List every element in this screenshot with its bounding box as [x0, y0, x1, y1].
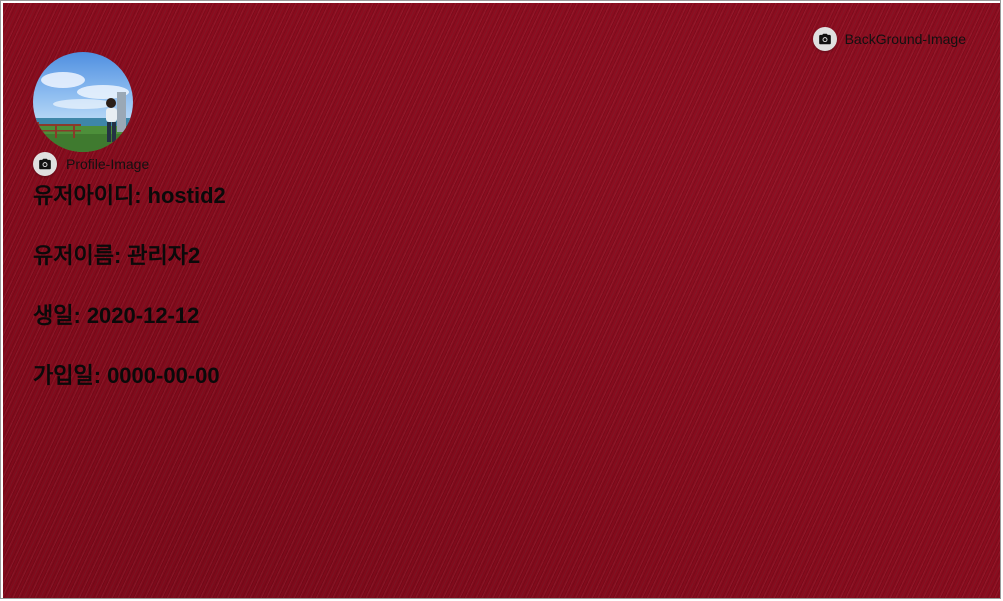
- user-id-row: 유저아이디: hostid2: [33, 181, 226, 241]
- colon: :: [134, 183, 142, 208]
- colon: :: [113, 243, 122, 268]
- background-camera-button[interactable]: [812, 27, 837, 51]
- user-name-row: 유저이름: 관리자2: [33, 241, 226, 301]
- profile-image-label: Profile-Image: [66, 156, 150, 172]
- user-info: 유저아이디: hostid2 유저이름: 관리자2 생일: 2020-12-12 가입…: [33, 181, 226, 421]
- birthday-row: 생일: 2020-12-12: [33, 301, 226, 361]
- colon: :: [93, 363, 102, 388]
- user-name-value: 관리자2: [127, 243, 201, 268]
- avatar-photo: [33, 52, 133, 152]
- background-image-upload[interactable]: BackGround-Image: [812, 27, 966, 51]
- profile-page-background: BackGround-Image Profile-Image 유저아이디: ho…: [3, 3, 1000, 598]
- birthday-label: 생일: [33, 303, 74, 328]
- profile-avatar: [33, 52, 133, 152]
- camera-icon: [818, 33, 831, 45]
- profile-image-upload[interactable]: Profile-Image: [33, 152, 149, 176]
- user-id-value: hostid2: [147, 183, 226, 208]
- join-date-value: 0000-00-00: [107, 363, 220, 388]
- birthday-value: 2020-12-12: [86, 303, 200, 328]
- user-id-label: 유저아이디: [33, 183, 135, 208]
- user-name-label: 유저이름: [33, 243, 114, 268]
- profile-camera-button[interactable]: [33, 152, 57, 176]
- background-image-label: BackGround-Image: [844, 31, 966, 47]
- join-date-row: 가입일: 0000-00-00: [33, 361, 226, 421]
- camera-icon: [39, 158, 51, 170]
- colon: :: [73, 303, 81, 328]
- join-date-label: 가입일: [33, 363, 94, 388]
